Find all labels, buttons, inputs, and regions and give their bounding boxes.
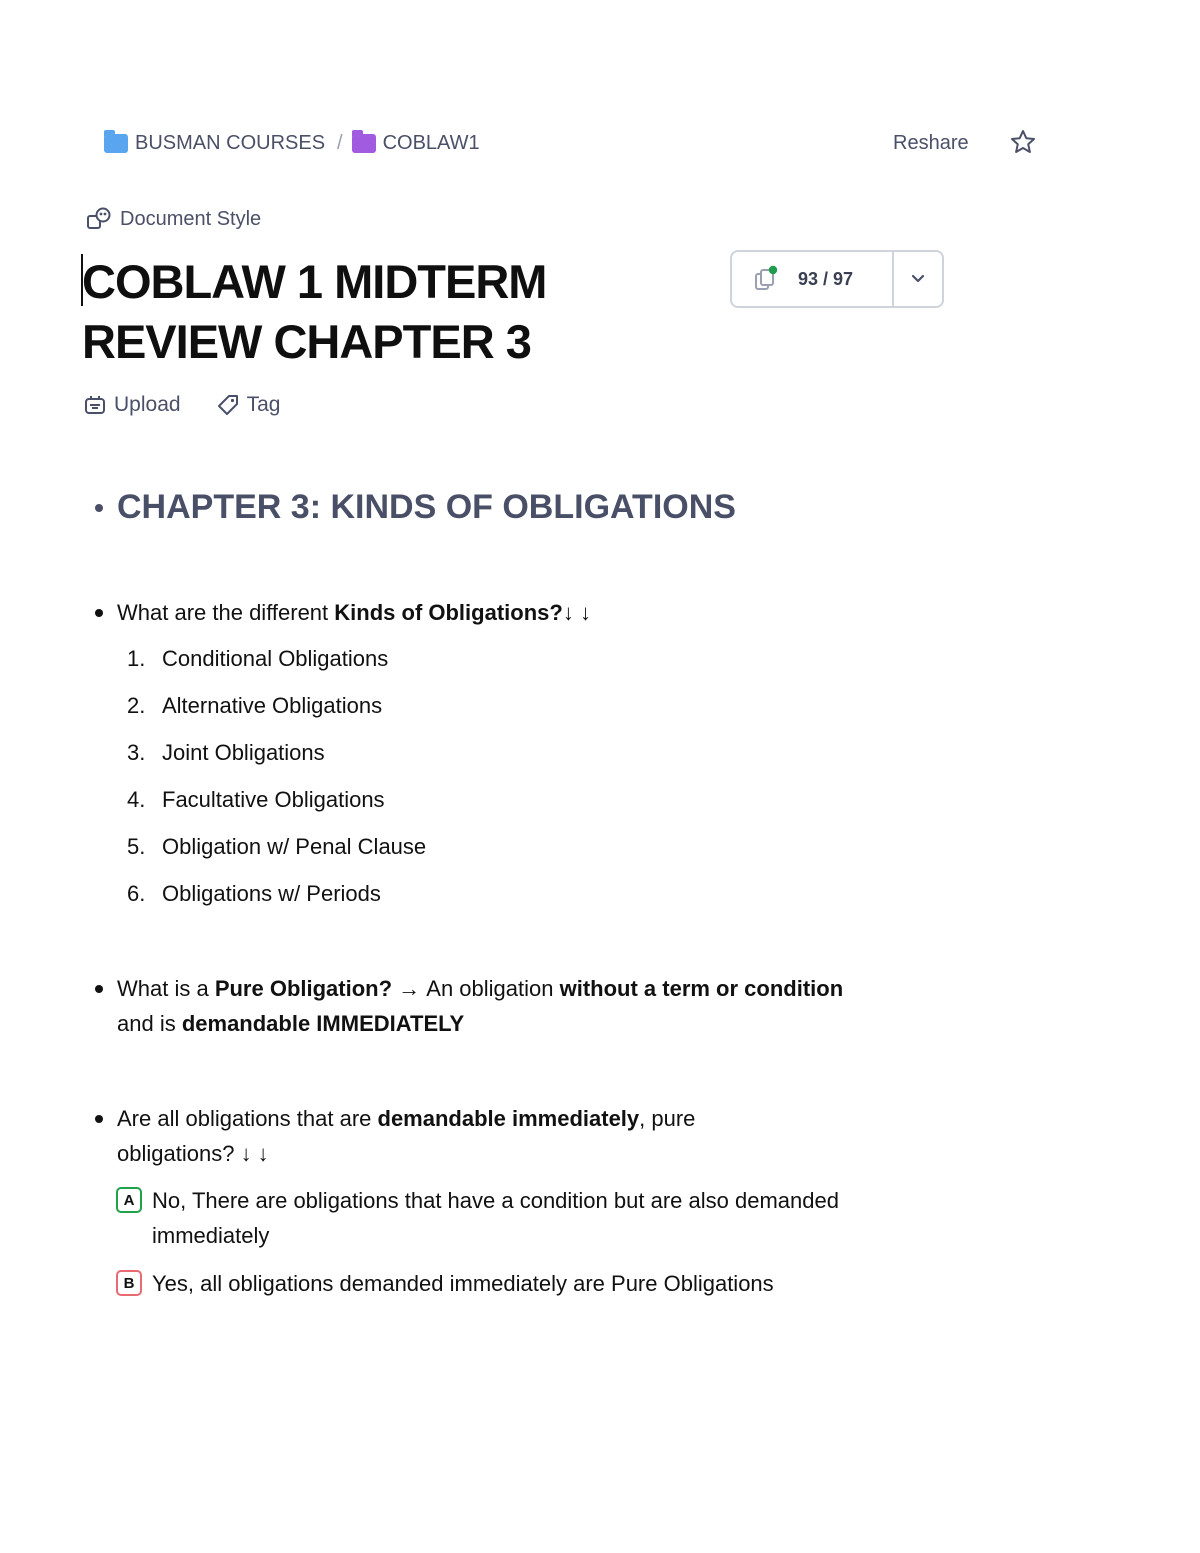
answer-letter-badge: B xyxy=(116,1270,142,1296)
tag-label: Tag xyxy=(246,393,281,416)
list-item: 5. Obligation w/ Penal Clause xyxy=(127,829,426,876)
question-text: What are the different xyxy=(117,600,335,625)
answer-emphasis: demandable IMMEDIATELY xyxy=(181,1011,465,1036)
answer-emphasis: without a term or condition xyxy=(559,976,844,1001)
upload-icon xyxy=(85,396,105,414)
folder-icon xyxy=(104,129,128,153)
title-line: COBLAW 1 MIDTERM xyxy=(82,255,547,308)
document-style-button[interactable]: Document Style xyxy=(86,205,261,233)
document-actions: Upload Tag xyxy=(84,390,316,420)
list-item: 6. Obligations w/ Periods xyxy=(127,876,426,923)
folder-icon xyxy=(351,129,376,153)
list-number: 4. xyxy=(127,787,146,812)
breadcrumb-separator: / xyxy=(337,131,343,154)
question-text: Are all obligations that are xyxy=(117,1106,378,1131)
reshare-button[interactable]: Reshare xyxy=(893,128,969,158)
toggle-arrows[interactable]: ↓ ↓ xyxy=(241,1141,269,1166)
list-item-label: Obligations w/ Periods xyxy=(162,881,381,906)
breadcrumb-folder-coblaw1[interactable]: COBLAW1 xyxy=(383,132,480,155)
upload-button[interactable]: Upload xyxy=(84,393,181,417)
section-heading-text: CHAPTER 3: KINDS OF OBLIGATIONS xyxy=(117,488,736,526)
bullet-dot xyxy=(95,503,103,512)
list-item: Are all obligations that are demandable … xyxy=(95,1101,795,1171)
list-number: 3. xyxy=(127,740,146,765)
list-item: 1. Conditional Obligations xyxy=(127,641,426,688)
progress-count: 93 / 97 xyxy=(798,268,854,289)
page-title[interactable]: COBLAW 1 MIDTERM REVIEW CHAPTER 3 xyxy=(82,252,702,372)
list-item-label: Facultative Obligations xyxy=(162,787,385,812)
section-heading: CHAPTER 3: KINDS OF OBLIGATIONS xyxy=(95,488,736,527)
list-number: 1. xyxy=(127,646,146,671)
list-item-label: Alternative Obligations xyxy=(162,693,383,718)
upload-label: Upload xyxy=(114,393,181,416)
star-icon[interactable] xyxy=(1009,127,1037,157)
title-line: REVIEW CHAPTER 3 xyxy=(82,315,532,368)
list-item-label: Conditional Obligations xyxy=(162,646,389,671)
copy-status-icon xyxy=(755,265,778,290)
question-text: What is a xyxy=(117,976,215,1001)
answer-option-text: No, There are obligations that have a co… xyxy=(152,1188,839,1248)
progress-widget[interactable]: 93 / 97 xyxy=(730,250,944,308)
bullet-dot xyxy=(95,609,103,617)
answer-letter-badge: A xyxy=(116,1187,142,1213)
question-emphasis: Pure Obligation? xyxy=(214,976,393,1001)
kinds-list: 1. Conditional Obligations 2. Alternative … xyxy=(127,641,426,923)
list-item-label: Obligation w/ Penal Clause xyxy=(162,834,427,859)
toggle-arrows[interactable]: ↓ ↓ xyxy=(563,600,591,625)
list-item: What are the different Kinds of Obligati… xyxy=(95,595,591,630)
bullet-dot xyxy=(95,1115,103,1123)
list-number: 6. xyxy=(127,881,146,906)
list-item: What is a Pure Obligation? → An obligati… xyxy=(95,971,855,1041)
palette-icon xyxy=(87,207,111,229)
document-style-label: Document Style xyxy=(120,207,262,230)
breadcrumb: BUSMAN COURSES / COBLAW1 xyxy=(104,128,480,158)
question-emphasis: demandable immediately xyxy=(377,1106,640,1131)
arrow-glyph: → xyxy=(392,976,427,1001)
list-item: 3. Joint Obligations xyxy=(127,735,426,782)
answer-option-a[interactable]: A No, There are obligations that have a … xyxy=(116,1183,946,1253)
list-item: 2. Alternative Obligations xyxy=(127,688,426,735)
question-emphasis: Kinds of Obligations? xyxy=(334,600,563,625)
list-item: 4. Facultative Obligations xyxy=(127,782,426,829)
bullet-dot xyxy=(95,985,103,993)
answer-text: An obligation xyxy=(426,976,560,1001)
list-number: 5. xyxy=(127,834,146,859)
list-number: 2. xyxy=(127,693,146,718)
answer-option-text: Yes, all obligations demanded immediatel… xyxy=(152,1271,774,1296)
chevron-down-icon xyxy=(911,274,925,283)
tag-icon xyxy=(217,395,238,415)
progress-dropdown-button[interactable] xyxy=(894,252,942,306)
list-item-label: Joint Obligations xyxy=(162,740,325,765)
answer-text: and is xyxy=(117,1011,182,1036)
tag-button[interactable]: Tag xyxy=(217,393,281,417)
answer-option-b[interactable]: B Yes, all obligations demanded immediat… xyxy=(116,1266,946,1301)
breadcrumb-folder-busman[interactable]: BUSMAN COURSES xyxy=(135,132,325,155)
